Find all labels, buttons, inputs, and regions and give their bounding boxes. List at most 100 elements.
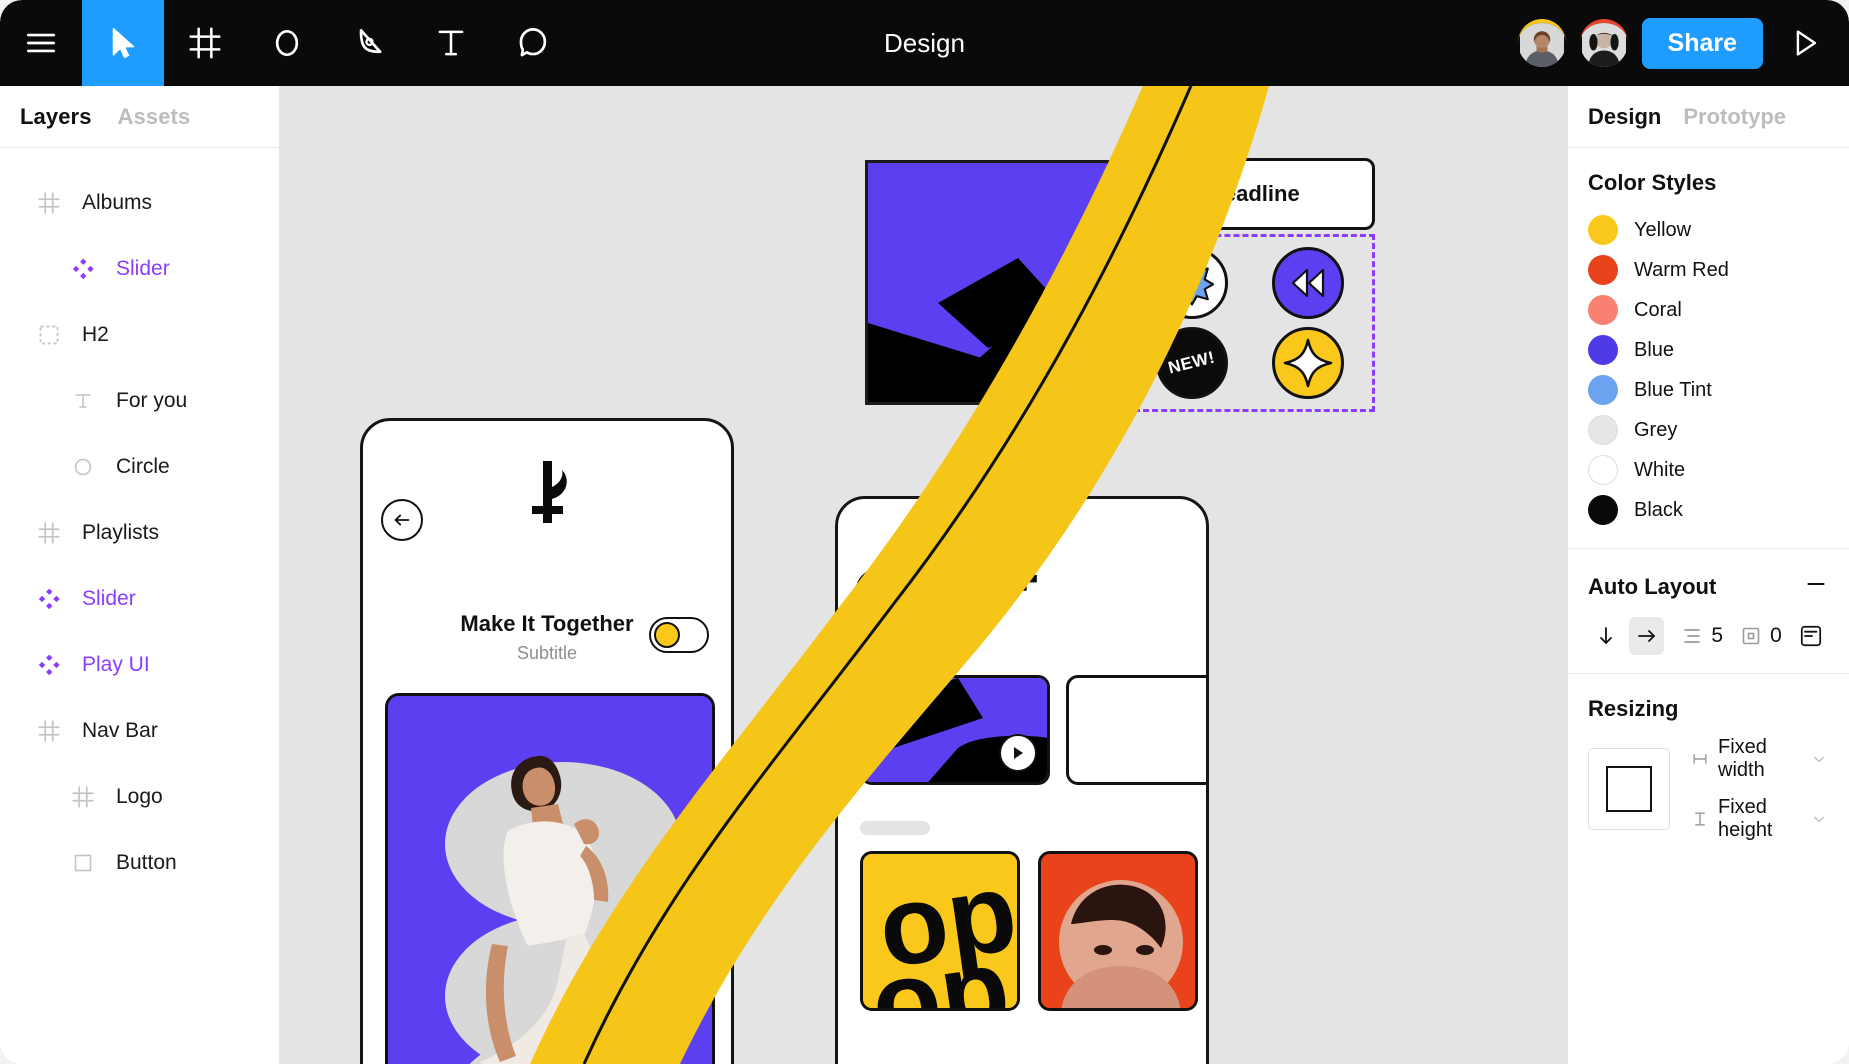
- color-swatch: [1588, 455, 1618, 485]
- text-tool-button[interactable]: [410, 0, 492, 86]
- fixed-width-label: Fixed width: [1718, 736, 1767, 781]
- height-icon: [1695, 812, 1705, 826]
- rectangle-icon: [68, 851, 98, 875]
- group-icon: [34, 323, 64, 347]
- share-button[interactable]: Share: [1641, 17, 1763, 69]
- avatar[interactable]: [1579, 19, 1628, 67]
- layer-row[interactable]: Albums: [0, 170, 279, 236]
- auto-layout-header: Auto Layout: [1588, 571, 1829, 603]
- layer-row-label: H2: [82, 323, 109, 346]
- alignment-icon: [1801, 625, 1822, 647]
- media-card-play[interactable]: [860, 675, 1050, 785]
- spacing-field[interactable]: 5: [1680, 624, 1723, 648]
- resizing-title: Resizing: [1588, 696, 1679, 721]
- avatar-photo-2: [1581, 23, 1626, 67]
- layer-row-label: For you: [116, 389, 188, 412]
- fixed-width-dropdown[interactable]: Fixed width: [1690, 736, 1829, 782]
- phone-mockup-a[interactable]: Make It Together Subtitle: [360, 418, 734, 1064]
- media-card-typography[interactable]: op op: [860, 851, 1020, 1011]
- layer-row-label: Nav Bar: [82, 719, 158, 742]
- rewind-icon: [1291, 268, 1325, 298]
- component-icon: [34, 653, 64, 677]
- direction-vertical-button[interactable]: [1588, 617, 1623, 655]
- layer-row[interactable]: Play UI: [0, 632, 279, 698]
- rewind-badge[interactable]: [1272, 247, 1344, 319]
- avatar-photo-1: [1519, 23, 1564, 67]
- toolbar-right-cluster: Share: [1517, 0, 1833, 86]
- avatar[interactable]: [1517, 19, 1566, 67]
- star-burst-badge[interactable]: [1156, 247, 1228, 319]
- padding-field[interactable]: 0: [1739, 624, 1782, 648]
- design-panel: Design Prototype Color Styles Yellow Warm…: [1567, 86, 1849, 1064]
- present-button[interactable]: [1777, 15, 1833, 71]
- layer-row[interactable]: Nav Bar: [0, 698, 279, 764]
- color-style-row[interactable]: Black: [1588, 490, 1829, 530]
- media-card-photo[interactable]: [1038, 851, 1198, 1011]
- menu-button[interactable]: [0, 0, 82, 86]
- tab-prototype[interactable]: Prototype: [1683, 104, 1786, 130]
- arrow-right-icon: [1637, 630, 1655, 642]
- media-card-empty[interactable]: [1066, 675, 1206, 785]
- resizing-header: Resizing: [1588, 696, 1829, 722]
- color-style-row[interactable]: Warm Red: [1588, 250, 1829, 290]
- direction-horizontal-button[interactable]: [1629, 617, 1665, 655]
- headline-card[interactable]: Headline: [1125, 158, 1375, 230]
- resize-preview-inner: [1606, 766, 1652, 812]
- new-badge[interactable]: NEW!: [1156, 327, 1228, 399]
- color-style-label: Warm Red: [1634, 258, 1729, 281]
- color-swatch: [1588, 255, 1618, 285]
- move-tool-button[interactable]: [82, 0, 164, 86]
- tab-assets[interactable]: Assets: [118, 104, 191, 130]
- play-button[interactable]: [999, 734, 1037, 772]
- layer-row[interactable]: Slider: [0, 566, 279, 632]
- color-style-row[interactable]: Yellow: [1588, 210, 1829, 250]
- color-style-row[interactable]: Coral: [1588, 290, 1829, 330]
- album-art-card[interactable]: [865, 160, 1110, 405]
- layer-row[interactable]: Playlists: [0, 500, 279, 566]
- sparkle-badge[interactable]: [1272, 327, 1344, 399]
- text-tool-icon: [438, 30, 464, 56]
- comment-tool-icon: [519, 28, 547, 57]
- color-style-row[interactable]: Grey: [1588, 410, 1829, 450]
- phone-mockup-b[interactable]: op op: [835, 496, 1209, 1064]
- frame-icon: [68, 784, 98, 810]
- layer-row[interactable]: Slider: [0, 236, 279, 302]
- color-styles-list: Yellow Warm Red Coral Blue Blue Tint Grey Whit…: [1588, 210, 1829, 530]
- move-tool-icon: [112, 27, 135, 59]
- layer-row[interactable]: For you: [0, 368, 279, 434]
- color-style-row[interactable]: White: [1588, 450, 1829, 490]
- spacing-value: 5: [1711, 624, 1724, 647]
- layer-row-label: Circle: [116, 455, 170, 478]
- tab-design[interactable]: Design: [1588, 104, 1661, 130]
- layer-row-label: Slider: [116, 257, 170, 280]
- icon-grid-selection[interactable]: NEW!: [1125, 234, 1375, 412]
- minus-icon: [1807, 583, 1825, 585]
- color-style-row[interactable]: Blue Tint: [1588, 370, 1829, 410]
- layer-row-label: Logo: [116, 785, 163, 808]
- collapse-icon[interactable]: [1803, 571, 1829, 603]
- layer-row[interactable]: Logo: [0, 764, 279, 830]
- color-style-row[interactable]: Blue: [1588, 330, 1829, 370]
- ellipse-tool-button[interactable]: [246, 0, 328, 86]
- app-logo: [363, 459, 731, 528]
- hero-image-card[interactable]: [385, 693, 715, 1064]
- frame-tool-button[interactable]: [164, 0, 246, 86]
- layer-row[interactable]: Circle: [0, 434, 279, 500]
- pen-tool-button[interactable]: [328, 0, 410, 86]
- toggle-switch[interactable]: [649, 617, 709, 653]
- fixed-height-dropdown[interactable]: Fixed height: [1690, 796, 1829, 842]
- resize-preview-box[interactable]: [1588, 748, 1670, 830]
- frame-icon: [34, 520, 64, 546]
- alignment-button[interactable]: [1794, 617, 1829, 655]
- new-badge-label: NEW!: [1166, 347, 1218, 378]
- photo-art: [1041, 854, 1195, 1008]
- design-canvas[interactable]: Headline NEW! Make It Together Subtitle …: [280, 86, 1567, 1064]
- color-style-label: Blue: [1634, 338, 1675, 361]
- color-style-label: Grey: [1634, 418, 1678, 441]
- tab-layers[interactable]: Layers: [20, 104, 92, 130]
- layer-row[interactable]: H2: [0, 302, 279, 368]
- pen-tool-icon: [359, 28, 382, 54]
- layer-row[interactable]: Button: [0, 830, 279, 896]
- layer-row-label: Slider: [82, 587, 136, 610]
- comment-tool-button[interactable]: [492, 0, 574, 86]
